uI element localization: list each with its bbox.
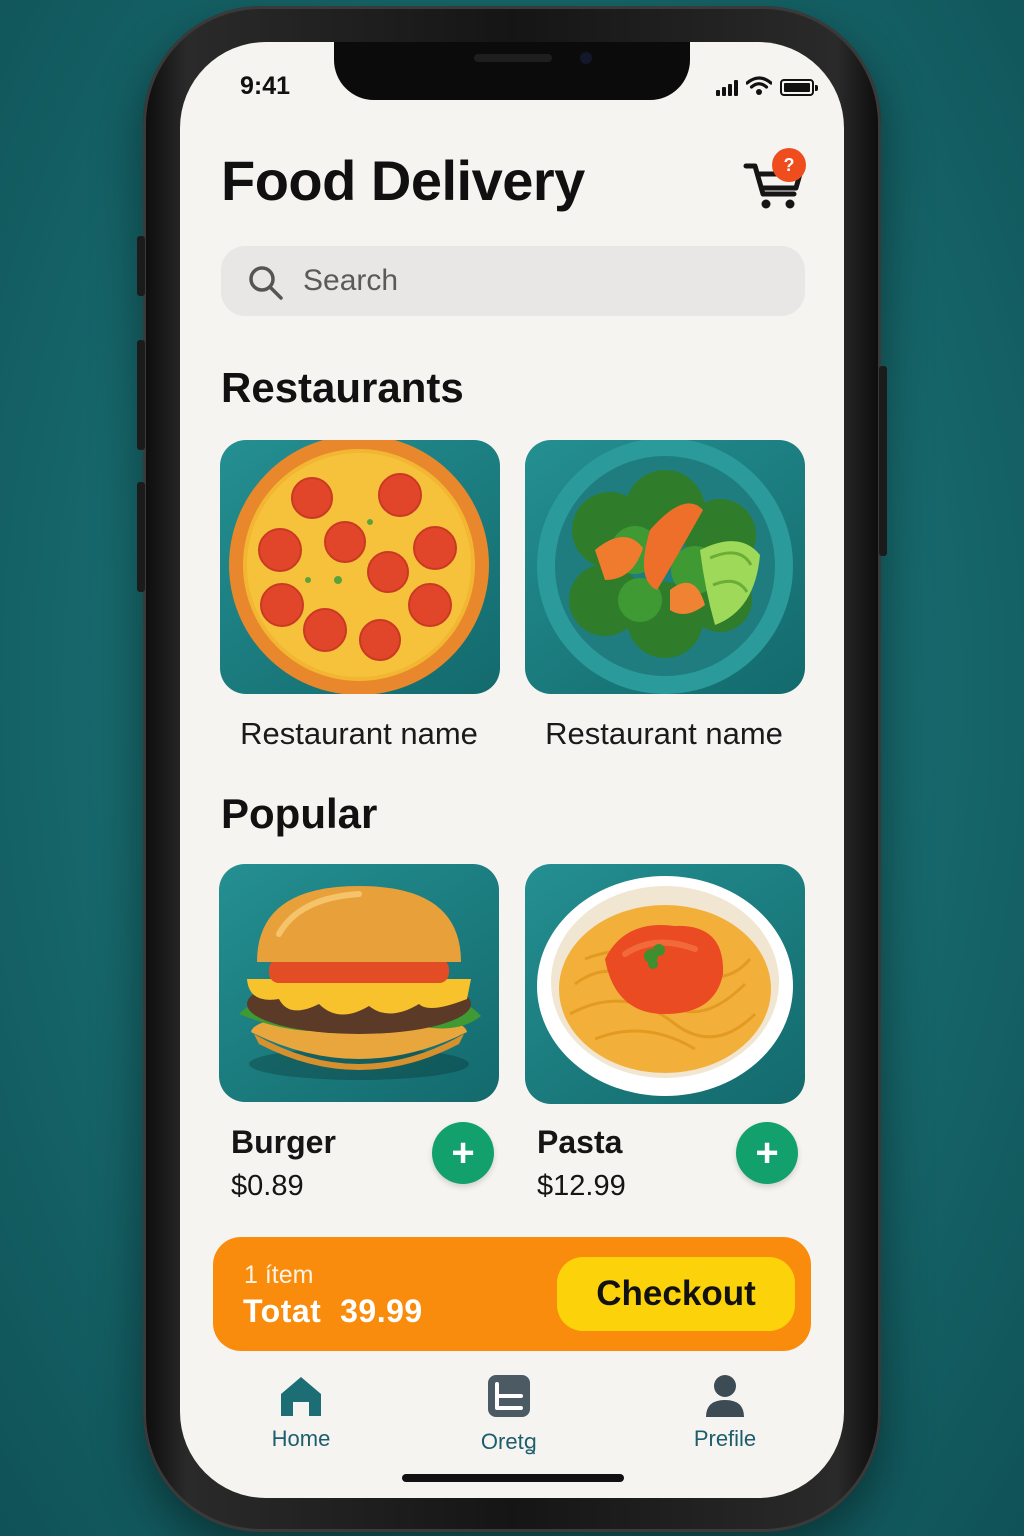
food-price: $12.99: [537, 1170, 626, 1202]
add-to-cart-button[interactable]: +: [432, 1122, 494, 1184]
phone-volume-up: [137, 340, 145, 450]
status-icons: [716, 76, 818, 96]
tab-label: Oretꬶ: [480, 1429, 538, 1454]
phone-side-button: [137, 236, 145, 296]
burger-image: [239, 886, 481, 1080]
tab-orders[interactable]: Oretꬶ: [444, 1372, 574, 1462]
cart-badge: ?: [772, 148, 806, 182]
food-name: Pasta: [537, 1124, 623, 1160]
cart-total: Totat 39.99: [243, 1293, 423, 1329]
cart-summary-bar: 1 ítem Totat 39.99 Checkout: [213, 1237, 811, 1351]
signal-icon: [716, 80, 738, 96]
food-price: $0.89: [231, 1170, 304, 1202]
search-bar: [221, 246, 805, 316]
food-card-image[interactable]: [219, 864, 499, 1102]
pizza-image: [229, 440, 489, 694]
restaurant-name: Restaurant name: [240, 716, 478, 751]
tab-bar: Home Oretꬶ Prefile: [180, 1372, 844, 1462]
orders-icon: [488, 1375, 530, 1417]
checkout-button[interactable]: Checkout: [557, 1257, 795, 1331]
pasta-image: [537, 876, 793, 1096]
section-title-popular: Popular: [221, 790, 378, 837]
food-name: Burger: [231, 1124, 336, 1160]
search-icon: [249, 266, 283, 300]
search-input[interactable]: [303, 246, 783, 316]
app-screen: 9:41 Food Delivery ? Restaurants: [180, 42, 844, 1498]
status-time: 9:41: [240, 72, 291, 100]
tab-label: Home: [271, 1426, 331, 1451]
battery-icon: [780, 79, 818, 96]
phone-volume-down: [137, 482, 145, 592]
home-indicator[interactable]: [402, 1474, 624, 1482]
restaurant-card-image[interactable]: [525, 440, 805, 694]
section-title-restaurants: Restaurants: [221, 364, 464, 411]
notch: [334, 42, 690, 100]
salad-bowl-image: [537, 440, 793, 694]
front-camera: [580, 52, 592, 64]
phone-power-button: [879, 366, 887, 556]
restaurant-card-image[interactable]: [220, 440, 500, 694]
cart-item-count: 1 ítem: [244, 1261, 314, 1289]
profile-icon: [706, 1375, 744, 1417]
home-icon: [281, 1377, 321, 1416]
tab-label: Prefile: [693, 1426, 757, 1451]
restaurant-name: Restaurant name: [545, 716, 783, 751]
page-title: Food Delivery: [221, 149, 585, 212]
tab-profile[interactable]: Prefile: [660, 1372, 790, 1462]
food-card-image[interactable]: [525, 864, 805, 1104]
wifi-icon: [746, 76, 772, 95]
speaker-grille: [474, 54, 552, 62]
tab-home[interactable]: Home: [236, 1372, 366, 1462]
add-to-cart-button[interactable]: +: [736, 1122, 798, 1184]
